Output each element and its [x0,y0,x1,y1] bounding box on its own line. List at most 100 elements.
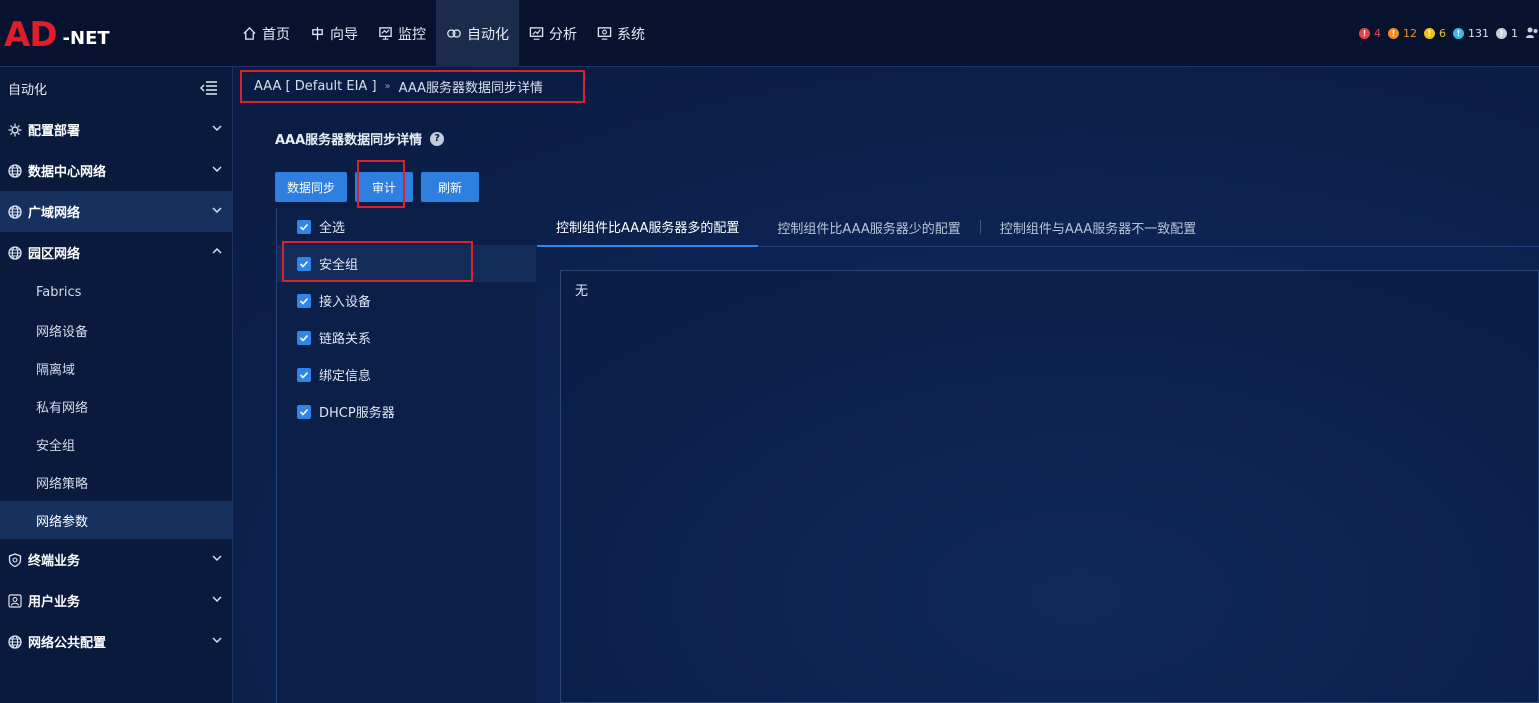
audit-button[interactable]: 审计 [355,172,413,202]
sidebar-group-terminal[interactable]: 终端业务 [0,539,232,580]
nav-monitor-label: 监控 [398,26,426,43]
system-icon [597,27,612,40]
sidebar-group-config[interactable]: 配置部署 [0,109,232,150]
help-icon[interactable]: ? [430,131,445,146]
alert-major[interactable]: ! 12 [1388,27,1417,40]
check-row-binding-info[interactable]: 绑定信息 [277,356,536,393]
chevron-down-icon [212,125,222,131]
sidebar-group-campus[interactable]: 园区网络 [0,232,232,273]
diff-tabs: 控制组件比AAA服务器多的配置 控制组件比AAA服务器少的配置 控制组件与AAA… [537,208,1539,247]
alert-critical-count: 4 [1374,26,1381,40]
check-row-dhcp-server[interactable]: DHCP服务器 [277,393,536,430]
nav-system-label: 系统 [617,26,645,43]
automation-icon [447,29,461,38]
sidebar-group-common-config-label: 网络公共配置 [28,636,107,651]
checkbox-checked-icon[interactable] [297,404,311,419]
sidebar-group-wan-label: 广域网络 [28,206,81,221]
sidebar-group-common-config[interactable]: 网络公共配置 [0,621,232,662]
check-row-link-relation[interactable]: 链路关系 [277,319,536,356]
sidebar-group-campus-label: 园区网络 [28,247,81,262]
alert-minor-count: 6 [1439,26,1446,40]
check-row-security-group[interactable]: 安全组 [277,245,536,282]
alert-info[interactable]: ! 1 [1496,27,1518,40]
alert-major-count: 12 [1403,26,1417,40]
chevron-down-icon [212,637,222,643]
sidebar-group-user[interactable]: 用户业务 [0,580,232,621]
check-label-link-relation: 链路关系 [319,332,372,347]
nav-system[interactable]: 系统 [587,0,655,67]
alert-warning[interactable]: ! 131 [1453,27,1489,40]
checkbox-checked-icon[interactable] [297,219,311,234]
check-label-security-group: 安全组 [319,258,359,273]
sidebar-item-network-devices[interactable]: 网络设备 [0,311,232,349]
alert-info-count: 1 [1511,26,1518,40]
check-row-access-device[interactable]: 接入设备 [277,282,536,319]
nav-automation[interactable]: 自动化 [436,0,519,67]
alert-info-icon: ! [1496,27,1507,39]
sidebar-title: 自动化 [8,82,48,98]
globe-icon [7,634,23,650]
sidebar-group-datacenter[interactable]: 数据中心网络 [0,150,232,191]
checkbox-checked-icon[interactable] [297,256,311,271]
checkbox-checked-icon[interactable] [297,367,311,382]
page-title: AAA服务器数据同步详情 ? [275,129,445,148]
alert-critical[interactable]: ! 4 [1359,27,1381,40]
page-title-text: AAA服务器数据同步详情 [275,133,423,148]
checkbox-checked-icon[interactable] [297,330,311,345]
chevron-down-icon [212,555,222,561]
logo-mark: AD [4,15,58,55]
sidebar-item-security-group[interactable]: 安全组 [0,425,232,463]
tab-inconsistent[interactable]: 控制组件与AAA服务器不一致配置 [981,208,1215,247]
check-row-select-all[interactable]: 全选 [277,208,536,245]
check-label-access-device: 接入设备 [319,295,372,310]
tab-controller-more[interactable]: 控制组件比AAA服务器多的配置 [537,208,759,247]
sidebar-item-network-params[interactable]: 网络参数 [0,501,232,539]
nav-home-label: 首页 [262,26,290,43]
nav-analysis-label: 分析 [549,26,577,43]
chevron-down-icon [212,166,222,172]
breadcrumb-current: AAA服务器数据同步详情 [398,81,544,96]
tab-controller-less[interactable]: 控制组件比AAA服务器少的配置 [758,208,979,247]
breadcrumb: AAA [ Default EIA ] » AAA服务器数据同步详情 [240,70,585,103]
nav-home[interactable]: 首页 [232,0,300,67]
shield-icon [7,552,23,568]
category-check-panel: 全选 安全组 接入设备 链路关系 绑定信息 DHCP服务器 [276,208,536,703]
data-sync-button[interactable]: 数据同步 [275,172,347,202]
monitor-icon [379,27,392,40]
sidebar-item-fabrics[interactable]: Fabrics [0,273,232,311]
globe-icon [7,245,23,261]
checkbox-checked-icon[interactable] [297,293,311,308]
nav-analysis[interactable]: 分析 [519,0,587,67]
users-icon[interactable] [1525,26,1539,40]
sidebar-item-isolation-domain[interactable]: 隔离域 [0,349,232,387]
alert-major-icon: ! [1388,27,1399,39]
nav-monitor[interactable]: 监控 [368,0,436,67]
config-icon [7,122,23,138]
sidebar-group-user-label: 用户业务 [28,595,81,610]
breadcrumb-separator: » [384,81,391,92]
check-label-dhcp-server: DHCP服务器 [319,406,395,421]
sidebar-group-datacenter-label: 数据中心网络 [28,165,107,180]
logo-suffix: -NET [62,28,110,49]
breadcrumb-root[interactable]: AAA [ Default EIA ] [254,79,377,94]
sidebar-item-private-network[interactable]: 私有网络 [0,387,232,425]
chevron-down-icon [212,596,222,602]
globe-icon [7,204,23,220]
top-bar: AD -NET 首页 向导 监控 自动化 分析 系统 ! 4 ! 12 ! 6 … [0,0,1539,67]
main-nav: 首页 向导 监控 自动化 分析 系统 [232,0,655,67]
chevron-down-icon [212,207,222,213]
guide-icon [312,26,323,41]
analysis-icon [529,27,544,40]
sidebar-group-wan[interactable]: 广域网络 [0,191,232,232]
refresh-button[interactable]: 刷新 [421,172,479,202]
sidebar-item-network-policy[interactable]: 网络策略 [0,463,232,501]
globe-icon [7,163,23,179]
alert-minor-icon: ! [1424,27,1435,39]
nav-guide[interactable]: 向导 [300,0,368,67]
alert-counters: ! 4 ! 12 ! 6 ! 131 ! 1 [1359,26,1539,40]
collapse-menu-icon[interactable] [200,80,218,96]
alert-minor[interactable]: ! 6 [1424,27,1446,40]
sidebar-header: 自动化 [0,67,232,109]
user-icon [7,593,23,609]
sidebar-group-terminal-label: 终端业务 [28,554,81,569]
